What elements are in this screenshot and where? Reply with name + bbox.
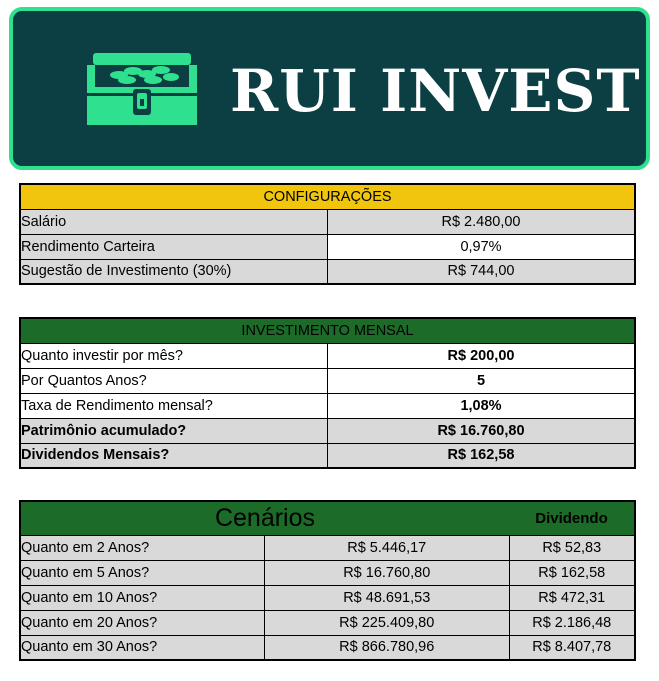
app-title: RUI INVEST [230,57,641,125]
scenario-label: Quanto em 20 Anos? [19,609,265,636]
config-salary-value[interactable]: R$ 2.480,00 [327,208,636,235]
scenario-label: Quanto em 5 Anos? [19,559,265,586]
scenario-value: R$ 48.691,53 [264,584,510,611]
table-row: Rendimento Carteira 0,97% [19,233,636,260]
invest-rate-label: Taxa de Rendimento mensal? [19,392,328,419]
invest-dividends-label: Dividendos Mensais? [19,442,328,469]
config-table: CONFIGURAÇÕES Salário R$ 2.480,00 Rendim… [19,183,636,285]
scenario-dividend: R$ 162,58 [508,559,636,586]
config-yield-label: Rendimento Carteira [19,233,328,260]
dividend-column-header: Dividendo [509,501,635,535]
invest-patrimony-label: Patrimônio acumulado? [19,417,328,444]
invest-patrimony-value: R$ 16.760,80 [327,417,636,444]
config-yield-value[interactable]: 0,97% [327,233,636,260]
table-row: Quanto em 30 Anos? R$ 866.780,96 R$ 8.40… [19,634,636,661]
table-row: Taxa de Rendimento mensal? 1,08% [19,392,636,419]
config-title: CONFIGURAÇÕES [19,183,636,210]
config-suggestion-label: Sugestão de Investimento (30%) [19,258,328,285]
scenario-value: R$ 16.760,80 [264,559,510,586]
config-header: CONFIGURAÇÕES [19,183,636,210]
scenario-dividend: R$ 8.407,78 [508,634,636,661]
invest-title: INVESTIMENTO MENSAL [19,317,636,344]
scenarios-title: Cenários [20,501,509,535]
invest-monthly-value[interactable]: R$ 200,00 [327,342,636,369]
scenario-label: Quanto em 10 Anos? [19,584,265,611]
table-row: Quanto em 2 Anos? R$ 5.446,17 R$ 52,83 [19,534,636,561]
scenario-value: R$ 225.409,80 [264,609,510,636]
scenario-label: Quanto em 2 Anos? [19,534,265,561]
invest-rate-value[interactable]: 1,08% [327,392,636,419]
invest-monthly-label: Quanto investir por mês? [19,342,328,369]
scenario-dividend: R$ 472,31 [508,584,636,611]
invest-dividends-value: R$ 162,58 [327,442,636,469]
table-row: Dividendos Mensais? R$ 162,58 [19,442,636,469]
table-row: Por Quantos Anos? 5 [19,367,636,394]
invest-table: INVESTIMENTO MENSAL Quanto investir por … [19,317,636,469]
table-row: Quanto em 5 Anos? R$ 16.760,80 R$ 162,58 [19,559,636,586]
invest-header: INVESTIMENTO MENSAL [19,317,636,344]
banner: RUI INVEST [9,7,650,170]
table-row: Sugestão de Investimento (30%) R$ 744,00 [19,258,636,285]
config-suggestion-value: R$ 744,00 [327,258,636,285]
table-row: Salário R$ 2.480,00 [19,208,636,235]
config-salary-label: Salário [19,208,328,235]
scenarios-header: Cenários Dividendo [20,501,635,535]
scenario-dividend: R$ 2.186,48 [508,609,636,636]
treasure-chest-icon [87,53,197,125]
invest-years-label: Por Quantos Anos? [19,367,328,394]
scenario-dividend: R$ 52,83 [508,534,636,561]
table-row: Quanto em 10 Anos? R$ 48.691,53 R$ 472,3… [19,584,636,611]
scenarios-table: Cenários Dividendo Quanto em 2 Anos? R$ … [19,500,636,661]
table-row: Patrimônio acumulado? R$ 16.760,80 [19,417,636,444]
scenario-value: R$ 5.446,17 [264,534,510,561]
invest-years-value[interactable]: 5 [327,367,636,394]
table-row: Quanto investir por mês? R$ 200,00 [19,342,636,369]
table-row: Quanto em 20 Anos? R$ 225.409,80 R$ 2.18… [19,609,636,636]
scenario-value: R$ 866.780,96 [264,634,510,661]
scenario-label: Quanto em 30 Anos? [19,634,265,661]
